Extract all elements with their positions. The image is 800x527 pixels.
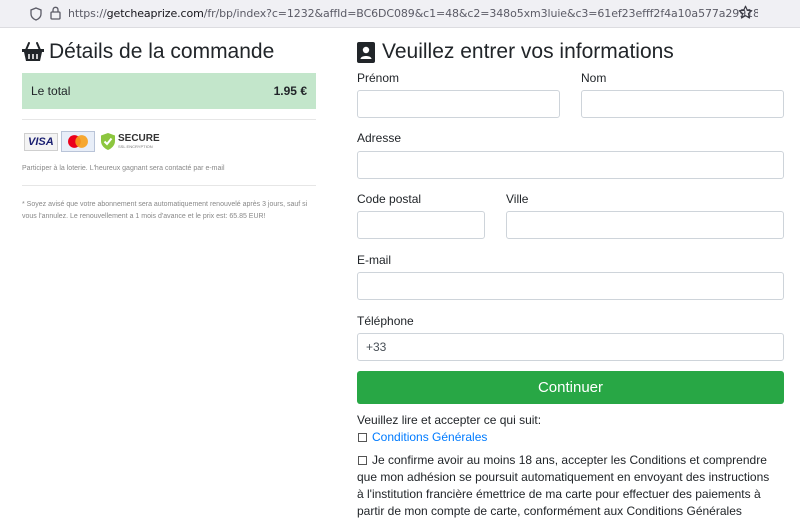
email-label: E-mail [357, 253, 392, 267]
age-confirm-text: Je confirme avoir au moins 18 ans, accep… [357, 453, 770, 518]
url-text[interactable]: https://getcheaprize.com/fr/bp/index?c=1… [68, 7, 758, 20]
lottery-text: Participer à la loterie. L'heureux gagna… [22, 165, 225, 172]
address-input[interactable] [357, 151, 784, 179]
email-input[interactable] [357, 272, 784, 300]
city-label: Ville [506, 192, 529, 206]
basket-icon [22, 42, 44, 61]
phone-input[interactable] [357, 333, 784, 361]
shield-icon[interactable] [30, 7, 42, 21]
visa-logo: VISA [24, 133, 58, 151]
secure-label: SECURE [118, 133, 160, 144]
payment-badges: VISA SECURE SSL ENCRYPTION [24, 131, 164, 153]
shield-check-icon [101, 133, 115, 150]
first-name-input[interactable] [357, 90, 560, 118]
browser-url-bar[interactable]: https://getcheaprize.com/fr/bp/index?c=1… [0, 0, 800, 28]
url-prefix: https:// [68, 7, 107, 20]
lock-icon[interactable] [50, 6, 61, 20]
order-title: Détails de la commande [49, 40, 275, 63]
city-input[interactable] [506, 211, 784, 239]
last-name-input[interactable] [581, 90, 784, 118]
phone-label: Téléphone [357, 314, 414, 328]
terms-checkbox[interactable] [358, 433, 367, 442]
continue-button[interactable]: Continuer [357, 371, 784, 404]
accept-intro: Veuillez lire et accepter ce qui suit: [357, 413, 542, 427]
url-path: /fr/bp/index?c=1232&affId=BC6DC089&c1=48… [203, 7, 758, 20]
address-label: Adresse [357, 131, 402, 145]
bookmark-star-icon[interactable] [738, 5, 753, 20]
mastercard-logo [61, 131, 95, 152]
form-title: Veuillez entrer vos informations [382, 40, 674, 63]
divider [22, 185, 316, 186]
postal-code-input[interactable] [357, 211, 485, 239]
subscription-notice: * Soyez avisé que votre abonnement sera … [22, 201, 308, 220]
secure-sublabel: SSL ENCRYPTION [118, 144, 153, 149]
secure-ssl-badge: SECURE SSL ENCRYPTION [100, 132, 164, 152]
terms-link[interactable]: Conditions Générales [372, 430, 487, 444]
address-card-icon [357, 42, 375, 63]
total-summary: Le total 1.95 € [22, 73, 316, 109]
first-name-label: Prénom [357, 71, 400, 85]
total-label: Le total [31, 84, 71, 98]
divider [22, 119, 316, 120]
visa-logo-text: VISA [28, 136, 54, 148]
postal-code-label: Code postal [357, 192, 422, 206]
total-amount: 1.95 € [273, 84, 307, 98]
last-name-label: Nom [581, 71, 607, 85]
url-host: getcheaprize.com [106, 7, 204, 20]
